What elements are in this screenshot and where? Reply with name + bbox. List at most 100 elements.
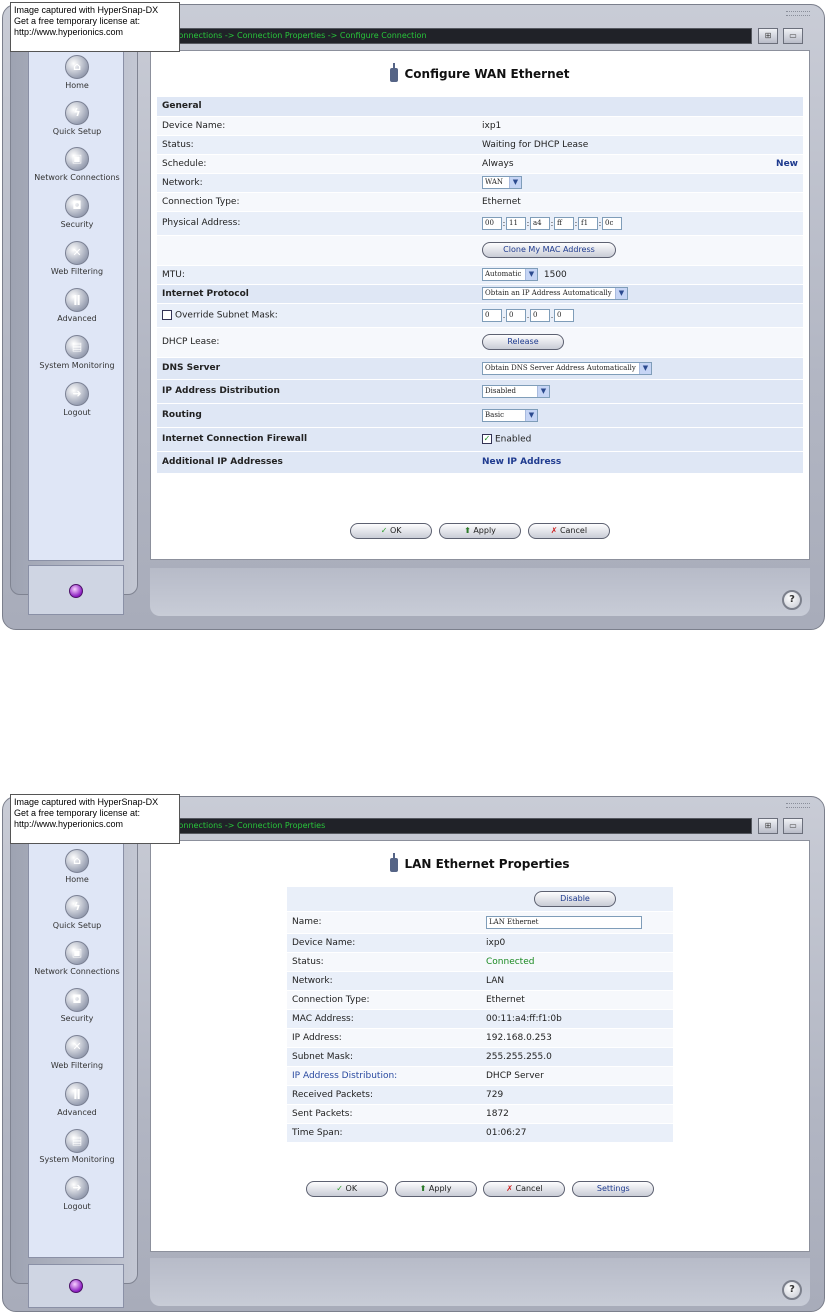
watermark: Image captured with HyperSnap-DX Get a f… bbox=[10, 794, 180, 844]
cancel-button[interactable]: ✗ Cancel bbox=[483, 1181, 566, 1197]
screen-icon[interactable]: ▭ bbox=[783, 818, 803, 834]
watermark-line: http://www.hyperionics.com bbox=[14, 27, 124, 37]
form-row: Sent Packets: 1872 bbox=[287, 1104, 673, 1124]
sidebar-item-home[interactable]: ⌂ Home bbox=[29, 849, 125, 884]
sidebar-item-label: Quick Setup bbox=[52, 921, 102, 930]
field-value: 1872 bbox=[481, 1104, 673, 1124]
chevron-down-icon: ▼ bbox=[525, 269, 537, 280]
sidebar-item-advanced[interactable]: ǁ Advanced bbox=[29, 288, 125, 323]
sidebar-item-logout[interactable]: ➜ Logout bbox=[29, 1176, 125, 1211]
ip-distribution-link[interactable]: IP Address Distribution: bbox=[287, 1066, 481, 1086]
content-panel: Configure WAN Ethernet General Device Na… bbox=[150, 50, 810, 560]
watermark-line: Get a free temporary license at: bbox=[14, 16, 141, 26]
override-subnet-checkbox[interactable] bbox=[162, 309, 172, 320]
apply-icon: ⬆ bbox=[464, 526, 471, 535]
check-icon: ✓ bbox=[336, 1184, 343, 1193]
lock-icon: ◘ bbox=[65, 194, 89, 218]
schedule-new-link[interactable]: New bbox=[767, 154, 803, 174]
sidebar-item-home[interactable]: ⌂ Home bbox=[29, 55, 125, 90]
firewall-checkbox[interactable]: ✓ bbox=[482, 433, 492, 444]
mac-octet-input[interactable]: 00 bbox=[482, 216, 502, 230]
form-row: Network: WAN ▼ bbox=[157, 173, 803, 193]
button-label: Apply bbox=[428, 1184, 452, 1193]
sidebar-item-label: System Monitoring bbox=[39, 361, 115, 370]
help-icon[interactable]: ? bbox=[782, 590, 802, 610]
sidebar-item-quick-setup[interactable]: ϟ Quick Setup bbox=[29, 101, 125, 136]
watermark-line: Get a free temporary license at: bbox=[14, 808, 141, 818]
sidebar-item-web-filtering[interactable]: ✕ Web Filtering bbox=[29, 1035, 125, 1070]
new-ip-address-link[interactable]: New IP Address bbox=[477, 451, 767, 474]
select-value: WAN bbox=[485, 178, 504, 186]
settings-button[interactable]: Settings bbox=[572, 1181, 655, 1197]
watermark-line: Image captured with HyperSnap-DX bbox=[14, 797, 159, 807]
home-icon: ⌂ bbox=[65, 55, 89, 79]
field-label: Internet Protocol bbox=[157, 284, 477, 304]
button-label: Cancel bbox=[515, 1184, 543, 1193]
sidebar-item-label: Network Connections bbox=[34, 967, 120, 976]
network-map-icon[interactable]: ⊞ bbox=[758, 28, 778, 44]
sidebar-item-label: Logout bbox=[63, 1202, 91, 1211]
network-select[interactable]: WAN ▼ bbox=[482, 176, 522, 189]
breadcrumb: work Connections -> Connection Propertie… bbox=[144, 818, 752, 834]
release-button[interactable]: Release bbox=[482, 334, 564, 350]
cancel-button[interactable]: ✗ Cancel bbox=[527, 523, 610, 539]
apply-button[interactable]: ⬆ Apply bbox=[394, 1181, 477, 1197]
clone-mac-button[interactable]: Clone My MAC Address bbox=[482, 242, 616, 258]
routing-select[interactable]: Basic ▼ bbox=[482, 408, 538, 422]
sidebar-item-security[interactable]: ◘ Security bbox=[29, 988, 125, 1023]
select-value: Disabled bbox=[485, 386, 516, 395]
field-value: ixp0 bbox=[481, 933, 673, 953]
field-label: DHCP Lease: bbox=[157, 327, 477, 358]
mac-octet-input[interactable]: 0c bbox=[602, 216, 622, 230]
field-label: Name: bbox=[287, 911, 481, 934]
field-label: Subnet Mask: bbox=[287, 1047, 481, 1067]
form-row: Override Subnet Mask: 0.0.0.0 bbox=[157, 303, 803, 328]
subnet-octet-input[interactable]: 0 bbox=[530, 308, 550, 322]
form-row: MAC Address: 00:11:a4:ff:f1:0b bbox=[287, 1009, 673, 1029]
form-row: Name: LAN Ethernet bbox=[287, 911, 673, 934]
mac-octet-input[interactable]: a4 bbox=[530, 216, 550, 230]
filter-icon: ✕ bbox=[65, 1035, 89, 1059]
field-label: Network: bbox=[287, 971, 481, 991]
content-panel: LAN Ethernet Properties Disable Name: LA… bbox=[150, 840, 810, 1252]
sidebar-item-label: Security bbox=[60, 1014, 94, 1023]
mac-octet-input[interactable]: 11 bbox=[506, 216, 526, 230]
name-input[interactable]: LAN Ethernet bbox=[486, 915, 642, 929]
subnet-octet-input[interactable]: 0 bbox=[554, 308, 574, 322]
field-value: Ethernet bbox=[477, 192, 767, 212]
field-label: IP Address: bbox=[287, 1028, 481, 1048]
dns-server-select[interactable]: Obtain DNS Server Address Automatically ▼ bbox=[482, 361, 652, 375]
sidebar-item-system-monitoring[interactable]: ▤ System Monitoring bbox=[29, 1129, 125, 1164]
chevron-down-icon: ▼ bbox=[525, 409, 537, 421]
sidebar-item-advanced[interactable]: ǁ Advanced bbox=[29, 1082, 125, 1117]
help-icon[interactable]: ? bbox=[782, 1280, 802, 1300]
ip-distribution-select[interactable]: Disabled ▼ bbox=[482, 384, 550, 398]
disable-button[interactable]: Disable bbox=[534, 890, 616, 907]
sidebar-item-system-monitoring[interactable]: ▤ System Monitoring bbox=[29, 335, 125, 370]
network-map-icon[interactable]: ⊞ bbox=[758, 818, 778, 834]
sidebar-item-network-connections[interactable]: ▣ Network Connections bbox=[29, 941, 125, 976]
ok-button[interactable]: ✓ OK bbox=[305, 1181, 388, 1197]
close-icon: ✗ bbox=[506, 1184, 513, 1193]
mtu-mode-select[interactable]: Automatic ▼ bbox=[482, 268, 538, 281]
action-buttons: ✓ OK ⬆ Apply ✗ Cancel Settings bbox=[151, 1181, 809, 1197]
subnet-octet-input[interactable]: 0 bbox=[482, 308, 502, 322]
subnet-octet-input[interactable]: 0 bbox=[506, 308, 526, 322]
mac-octet-input[interactable]: ff bbox=[554, 216, 574, 230]
sidebar-item-label: Web Filtering bbox=[50, 1061, 104, 1070]
form-row: Status: Connected bbox=[287, 952, 673, 972]
power-icon[interactable] bbox=[69, 584, 83, 598]
screen-icon[interactable]: ▭ bbox=[783, 28, 803, 44]
monitor-icon: ▤ bbox=[65, 335, 89, 359]
mac-octet-input[interactable]: f1 bbox=[578, 216, 598, 230]
sidebar-item-network-connections[interactable]: ▣ Network Connections bbox=[29, 147, 125, 182]
apply-button[interactable]: ⬆ Apply bbox=[439, 523, 521, 539]
internet-protocol-select[interactable]: Obtain an IP Address Automatically ▼ bbox=[482, 287, 628, 300]
sidebar-item-logout[interactable]: ➜ Logout bbox=[29, 382, 125, 417]
power-icon[interactable] bbox=[69, 1279, 83, 1293]
sidebar-item-security[interactable]: ◘ Security bbox=[29, 194, 125, 229]
sidebar-item-quick-setup[interactable]: ϟ Quick Setup bbox=[29, 895, 125, 930]
sidebar-item-web-filtering[interactable]: ✕ Web Filtering bbox=[29, 241, 125, 276]
sidebar: ⌂ Home ϟ Quick Setup ▣ Network Connectio… bbox=[28, 26, 124, 561]
ok-button[interactable]: ✓ OK bbox=[350, 523, 433, 539]
